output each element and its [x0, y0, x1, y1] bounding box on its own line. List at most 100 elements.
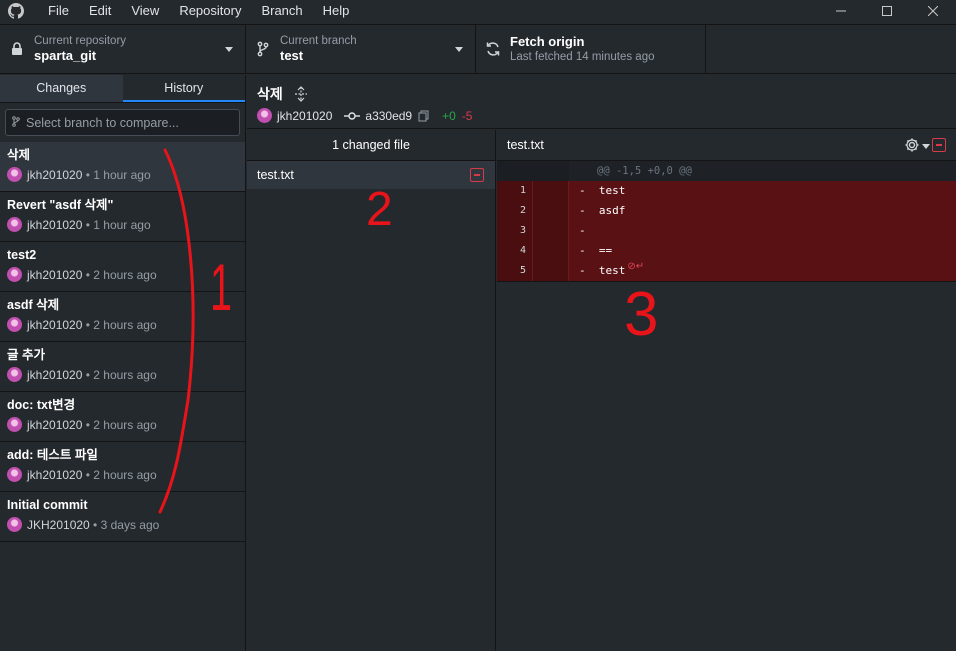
menu-view[interactable]: View [121, 0, 169, 22]
fetch-subtitle: Last fetched 14 minutes ago [510, 51, 655, 63]
avatar [7, 167, 22, 182]
branch-icon [12, 115, 26, 130]
new-line-number [533, 221, 569, 241]
commit-list-item[interactable]: test2 jkh201020 • 2 hours ago [0, 242, 245, 292]
copy-icon[interactable] [418, 110, 430, 122]
diff-line-removed[interactable]: 2 - asdf [497, 201, 956, 221]
branch-icon [255, 41, 271, 57]
diff-lines: 1- test 2- asdf 3-4- == 5- test ⊘↵ [497, 181, 956, 281]
chevron-down-icon [455, 47, 463, 52]
branch-compare-input[interactable] [26, 115, 236, 130]
menu-bar: File Edit View Repository Branch Help [38, 0, 359, 22]
menu-repository[interactable]: Repository [169, 0, 251, 22]
menu-file[interactable]: File [38, 0, 79, 22]
commit-list-item[interactable]: 글 추가 jkh201020 • 2 hours ago [0, 342, 245, 392]
separator-dot: • [82, 217, 94, 232]
menu-edit[interactable]: Edit [79, 0, 121, 22]
changed-files-panel: 1 changed file test.txt [247, 130, 496, 651]
commit-item-time: 2 hours ago [93, 317, 157, 332]
avatar [7, 267, 22, 282]
commit-list-item[interactable]: add: 테스트 파일 jkh201020 • 2 hours ago [0, 442, 245, 492]
current-branch-button[interactable]: Current branch test [246, 25, 476, 73]
commit-list-item[interactable]: Revert "asdf 삭제" jkh201020 • 1 hour ago [0, 192, 245, 242]
file-list-item[interactable]: test.txt [247, 161, 495, 189]
separator-dot: • [82, 367, 94, 382]
commit-list-item[interactable]: Initial commit JKH201020 • 3 days ago [0, 492, 245, 542]
separator-dot: • [82, 467, 94, 482]
fetch-origin-button[interactable]: Fetch origin Last fetched 14 minutes ago [476, 25, 706, 73]
commit-item-meta: JKH201020 • 3 days ago [7, 517, 238, 532]
fetch-title: Fetch origin [510, 34, 585, 49]
new-line-number [533, 261, 569, 281]
diff-line-text: - asdf [579, 204, 626, 217]
commit-list-item[interactable]: asdf 삭제 jkh201020 • 2 hours ago [0, 292, 245, 342]
current-repository-button[interactable]: Current repository sparta_git [0, 25, 246, 73]
minimize-icon[interactable] [818, 0, 864, 22]
avatar [7, 367, 22, 382]
diff-line-text: - test [579, 264, 626, 277]
branch-label: Current branch [280, 35, 357, 47]
new-line-number [533, 241, 569, 261]
branch-compare-filter[interactable] [5, 109, 240, 136]
diff-filename: test.txt [507, 138, 544, 152]
maximize-icon[interactable] [864, 0, 910, 22]
commit-item-time: 3 days ago [100, 517, 160, 532]
menu-help[interactable]: Help [313, 0, 360, 22]
commit-item-meta: jkh201020 • 2 hours ago [7, 267, 238, 282]
github-desktop-window: File Edit View Repository Branch Help Cu… [0, 0, 956, 651]
commit-item-time: 2 hours ago [93, 367, 157, 382]
sync-icon [485, 41, 501, 57]
commit-title: 삭제 [257, 86, 283, 102]
old-line-number: 3 [497, 221, 533, 241]
commit-item-time: 1 hour ago [93, 167, 151, 182]
gear-icon[interactable] [904, 137, 920, 153]
commit-author: jkh201020 [277, 108, 333, 123]
avatar [7, 317, 22, 332]
commit-item-title: asdf 삭제 [7, 298, 60, 312]
expand-icon[interactable] [293, 86, 309, 102]
new-line-number [533, 181, 569, 201]
commit-list-item[interactable]: doc: txt변경 jkh201020 • 2 hours ago [0, 392, 245, 442]
commit-item-meta: jkh201020 • 2 hours ago [7, 367, 238, 382]
commit-item-title: test2 [7, 248, 37, 262]
diff-line-text: - [579, 224, 586, 237]
commit-item-author: JKH201020 [27, 517, 90, 532]
diff-line-removed[interactable]: 1 - test [497, 181, 956, 201]
commit-sha: a330ed9 [365, 108, 413, 123]
commit-item-title: add: 테스트 파일 [7, 448, 98, 462]
hunk-text: @@ -1,5 +0,0 @@ [597, 165, 692, 177]
avatar [7, 517, 22, 532]
old-line-number: 4 [497, 241, 533, 261]
commit-list: 삭제 jkh201020 • 1 hour ago Revert "asdf 삭제"… [0, 142, 245, 542]
diff-hunk-header: @@ -1,5 +0,0 @@ [497, 161, 956, 181]
separator-dot: • [82, 167, 94, 182]
chevron-down-icon [225, 47, 233, 52]
tab-changes[interactable]: Changes [0, 75, 123, 102]
file-name: test.txt [257, 168, 294, 182]
no-newline-icon: ⊘↵ [627, 261, 645, 272]
file-removed-icon [470, 168, 484, 182]
diff-line-removed[interactable]: 5 - test ⊘↵ [497, 261, 956, 281]
commit-item-meta: jkh201020 • 1 hour ago [7, 217, 238, 232]
diff-line-removed[interactable]: 4 - == [497, 241, 956, 261]
separator-dot: • [82, 267, 94, 282]
toolbar: Current repository sparta_git Current br… [0, 24, 956, 74]
title-bar: File Edit View Repository Branch Help [0, 0, 956, 22]
menu-branch[interactable]: Branch [251, 0, 312, 22]
new-line-number [533, 201, 569, 221]
commit-item-time: 2 hours ago [93, 267, 157, 282]
chevron-down-icon[interactable] [922, 144, 930, 149]
commit-item-author: jkh201020 [27, 467, 83, 482]
diff-line-removed[interactable]: 3- [497, 221, 956, 241]
branch-name: test [280, 48, 304, 63]
changed-files-count: 1 changed file [247, 130, 495, 161]
commit-item-author: jkh201020 [27, 217, 83, 232]
commit-list-item[interactable]: 삭제 jkh201020 • 1 hour ago [0, 142, 245, 192]
commit-summary-header: 삭제 jkh201020 a330ed9 +0 -5 [247, 75, 956, 129]
commit-item-title: 삭제 [7, 148, 31, 162]
window-controls [818, 0, 956, 22]
separator-dot: • [89, 517, 101, 532]
commit-item-meta: jkh201020 • 2 hours ago [7, 317, 238, 332]
tab-history[interactable]: History [122, 75, 245, 102]
close-icon[interactable] [910, 0, 956, 22]
